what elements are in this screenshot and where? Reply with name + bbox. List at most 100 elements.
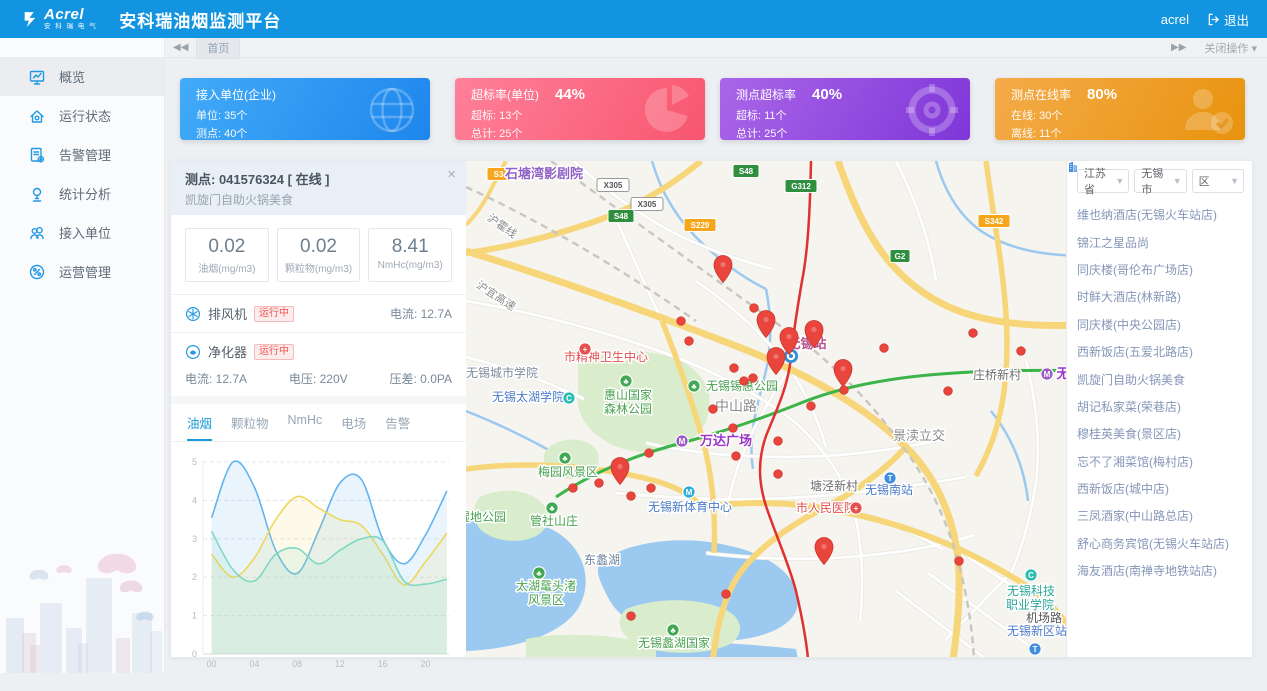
restaurant-name: 同庆楼(哥伦布广场店): [1077, 261, 1193, 278]
map-marker-dot[interactable]: [732, 452, 741, 461]
chart-x-tick: 16: [378, 659, 388, 669]
map-place-label: 万达广场: [699, 433, 752, 448]
park-icon: ♣: [620, 375, 632, 387]
fan-device-row: 排风机 运行中 电流: 12.7A: [171, 295, 466, 332]
svg-text:X305: X305: [604, 181, 623, 190]
sidebar-item-3[interactable]: 统计分析: [0, 174, 164, 213]
detail-tab-4[interactable]: 告警: [385, 413, 410, 441]
purifier-pressure: 压差: 0.0PA: [390, 370, 452, 387]
map-place-label: 森林公园: [604, 401, 652, 416]
map-marker-dot[interactable]: [627, 612, 636, 621]
restaurant-list-item[interactable]: 同庆楼(哥伦布广场店): [1077, 256, 1244, 283]
restaurant-list-item[interactable]: 西新饭店(五爱北路店): [1077, 338, 1244, 365]
restaurant-list-item[interactable]: 三凤酒家(中山路总店): [1077, 502, 1244, 529]
logout-label: 退出: [1224, 10, 1249, 29]
sidebar-item-0[interactable]: 概览: [0, 57, 164, 96]
chart-x-tick: 20: [420, 659, 430, 669]
school-icon: C: [1025, 569, 1037, 581]
region-select-1[interactable]: 无锡市▼: [1134, 169, 1186, 193]
map-marker-dot[interactable]: [729, 424, 738, 433]
map-marker-dot[interactable]: [722, 590, 731, 599]
restaurant-name: 时鲜大酒店(林新路): [1077, 288, 1181, 305]
butterfly-decoration: [55, 562, 73, 576]
map-marker-dot[interactable]: [645, 449, 654, 458]
map-marker-dot[interactable]: [944, 387, 953, 396]
sidebar-item-2[interactable]: 告警管理: [0, 135, 164, 174]
map-place-label: 中山路: [715, 398, 757, 414]
svg-text:♣: ♣: [623, 377, 629, 386]
chart-y-tick: 5: [192, 457, 197, 467]
map-marker-dot[interactable]: [685, 337, 694, 346]
map-marker-dot[interactable]: [807, 402, 816, 411]
restaurant-list-item[interactable]: 海友酒店(南禅寺地铁站店): [1077, 557, 1244, 584]
logout-button[interactable]: 退出: [1207, 10, 1249, 29]
map-marker-dot[interactable]: [1017, 347, 1026, 356]
sidebar-item-label: 接入单位: [59, 223, 111, 242]
trend-chart: 012345000408121620: [181, 448, 456, 686]
restaurant-list-item[interactable]: 同庆楼(中央公园店): [1077, 311, 1244, 338]
sidebar-item-1[interactable]: 运行状态: [0, 96, 164, 135]
close-icon[interactable]: ×: [447, 167, 456, 182]
map-marker-dot[interactable]: [749, 374, 758, 383]
stat-card-title: 测点超标率: [736, 86, 796, 103]
map-marker-dot[interactable]: [740, 377, 749, 386]
chart-y-tick: 0: [192, 649, 197, 659]
map-marker-dot[interactable]: [880, 344, 889, 353]
map-place-label: 庄桥新村: [973, 367, 1021, 382]
map[interactable]: S340S48G312X305X305S48S229S342G2石塘湾影剧院沪霍…: [466, 161, 1252, 657]
map-marker-dot[interactable]: [569, 484, 578, 493]
restaurant-list-item[interactable]: 时鲜大酒店(林新路): [1077, 283, 1244, 310]
map-marker-dot[interactable]: [969, 329, 978, 338]
tab-home[interactable]: 首页: [196, 37, 240, 59]
scroll-tabs-right-button[interactable]: ▶▶: [1163, 42, 1194, 53]
metric-value: 8.41: [371, 236, 449, 258]
restaurant-list-item[interactable]: 忘不了湘菜馆(梅村店): [1077, 448, 1244, 475]
sidebar-item-label: 告警管理: [59, 145, 111, 164]
map-place-label: 无锡新区站: [1007, 623, 1067, 638]
map-marker-dot[interactable]: [774, 437, 783, 446]
restaurant-list-item[interactable]: 维也纳酒店(无锡火车站店): [1077, 201, 1244, 228]
butterfly-decoration: [135, 608, 155, 624]
detail-tab-0[interactable]: 油烟: [187, 413, 212, 441]
svg-text:X305: X305: [638, 200, 657, 209]
svg-text:M: M: [679, 437, 686, 446]
restaurant-list-item[interactable]: 锦江之星品尚: [1077, 228, 1244, 255]
restaurant-list-item[interactable]: 西新饭店(城中店): [1077, 475, 1244, 502]
svg-text:G312: G312: [791, 182, 811, 191]
map-marker-dot[interactable]: [750, 304, 759, 313]
restaurant-name: 西新饭店(城中店): [1077, 480, 1169, 497]
region-select-2[interactable]: 区▼: [1192, 169, 1244, 193]
region-select-0[interactable]: 江苏省▼: [1077, 169, 1129, 193]
detail-tab-2[interactable]: NmHc: [288, 413, 323, 441]
stat-card-title: 测点在线率: [1011, 86, 1071, 103]
map-place-label: 职业学院: [1006, 597, 1054, 612]
restaurant-list-item[interactable]: 胡记私家菜(荣巷店): [1077, 393, 1244, 420]
map-marker-dot[interactable]: [730, 364, 739, 373]
restaurant-list-item[interactable]: 舒心商务宾馆(无锡火车站店): [1077, 530, 1244, 557]
svg-text:G2: G2: [895, 252, 906, 261]
map-marker-dot[interactable]: [955, 557, 964, 566]
detail-tab-1[interactable]: 颗粒物: [231, 413, 269, 441]
restaurant-list-item[interactable]: 穆桂英美食(景区店): [1077, 420, 1244, 447]
sidebar-item-5[interactable]: 运营管理: [0, 252, 164, 291]
park-icon: ♣: [559, 452, 571, 464]
map-place-label: 无锡蠡湖国家: [638, 635, 710, 650]
close-actions-dropdown[interactable]: 关闭操作 ▾: [1204, 40, 1257, 56]
map-marker-dot[interactable]: [627, 492, 636, 501]
sidebar-item-4[interactable]: 接入单位: [0, 213, 164, 252]
metric-box-1: 0.02颗粒物(mg/m3): [277, 228, 361, 282]
detail-tab-3[interactable]: 电场: [341, 413, 366, 441]
map-marker-dot[interactable]: [677, 317, 686, 326]
restaurant-list-item[interactable]: 凯旋门自助火锅美食: [1077, 365, 1244, 392]
svg-text:T: T: [1033, 645, 1038, 654]
map-marker-dot[interactable]: [647, 484, 656, 493]
scroll-tabs-left-button[interactable]: ◀◀: [165, 42, 196, 53]
detail-panel-header: 测点: 041576324 [ 在线 ] 凯旋门自助火锅美食 ×: [171, 161, 466, 215]
map-marker-dot[interactable]: [709, 405, 718, 414]
map-marker-dot[interactable]: [774, 470, 783, 479]
map-marker-dot[interactable]: [840, 386, 849, 395]
map-place-label: 石塘湾影剧院: [504, 166, 583, 181]
butterfly-decoration: [28, 566, 50, 584]
map-marker-dot[interactable]: [595, 479, 604, 488]
stat-card-percent: 80%: [1087, 86, 1117, 103]
